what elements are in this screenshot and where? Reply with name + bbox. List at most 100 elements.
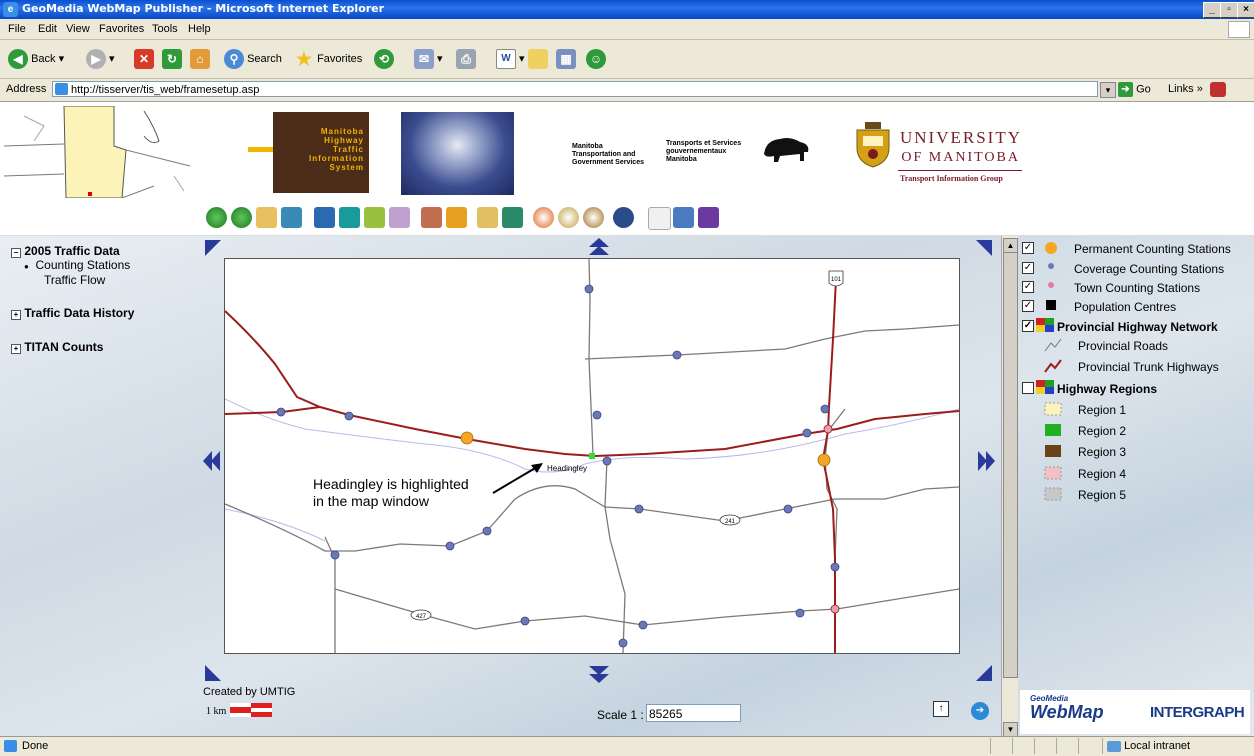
tree-item-counting-stations[interactable]: ● Counting Stations (24, 258, 130, 272)
legend-item-region-2[interactable]: Region 2 (1017, 422, 1254, 442)
menu-favorites[interactable]: Favorites (99, 23, 144, 35)
expand-icon[interactable]: + (11, 344, 21, 354)
collapse-icon[interactable]: − (11, 248, 21, 258)
coverage-station[interactable] (618, 638, 628, 648)
pan-north-icon[interactable] (589, 238, 609, 256)
coverage-station[interactable] (592, 410, 602, 420)
scroll-up-button[interactable]: ▲ (1003, 238, 1018, 253)
help-map-icon[interactable] (698, 207, 719, 228)
legend-item-region-4[interactable]: Region 4 (1017, 465, 1254, 485)
home-button[interactable]: ⌂ (190, 48, 210, 70)
upload-icon[interactable]: ↑ (933, 701, 949, 717)
legend-item-provincial-roads[interactable]: Provincial Roads (1017, 337, 1254, 357)
legend-item-town[interactable]: ✓ Town Counting Stations (1017, 279, 1254, 299)
menu-view[interactable]: View (66, 23, 90, 35)
coverage-station[interactable] (802, 428, 812, 438)
links-button[interactable]: Links » (1168, 83, 1203, 95)
coverage-station[interactable] (482, 526, 492, 536)
legend-item-region-5[interactable]: Region 5 (1017, 486, 1254, 506)
pan-west-icon[interactable] (203, 451, 221, 471)
legend-scrollbar[interactable]: ▲ ▼ (1001, 236, 1018, 737)
messenger-button[interactable]: ☺ (586, 48, 606, 70)
coverage-station[interactable] (276, 407, 286, 417)
buffer-icon[interactable] (533, 207, 554, 228)
print-button[interactable]: ⎙ (456, 48, 476, 70)
menu-help[interactable]: Help (188, 23, 211, 35)
coverage-station[interactable] (634, 504, 644, 514)
map-window[interactable]: 101 241 427 Headingley Headingley is hig… (224, 258, 960, 654)
label-icon[interactable] (648, 207, 671, 230)
go-map-icon[interactable]: ➔ (971, 702, 989, 720)
maximize-button[interactable]: ▫ (1220, 2, 1238, 18)
tree-item-traffic-flow[interactable]: Traffic Flow (44, 273, 105, 287)
legend-item-region-1[interactable]: Region 1 (1017, 401, 1254, 421)
pan-south-icon[interactable] (589, 666, 609, 684)
scale-input[interactable]: 85265 (646, 704, 741, 722)
legend-item-permanent[interactable]: ✓ Permanent Counting Stations (1017, 240, 1254, 260)
pan-northeast-icon[interactable] (976, 240, 992, 256)
minimize-button[interactable]: _ (1203, 2, 1221, 18)
legend-group-highway-regions[interactable]: Highway Regions (1017, 380, 1254, 400)
town-station[interactable] (830, 604, 840, 614)
zoom-out-icon[interactable] (231, 207, 252, 228)
analysis-icon[interactable] (558, 207, 579, 228)
menu-edit[interactable]: Edit (38, 23, 57, 35)
scroll-down-button[interactable]: ▼ (1003, 722, 1018, 737)
folder-button[interactable] (528, 48, 548, 70)
coverage-station[interactable] (584, 284, 594, 294)
properties-icon[interactable] (502, 207, 523, 228)
coverage-station[interactable] (520, 616, 530, 626)
legend-checkbox[interactable]: ✓ (1022, 281, 1034, 293)
fit-all-icon[interactable] (314, 207, 335, 228)
coverage-station[interactable] (783, 504, 793, 514)
refresh-button[interactable]: ↻ (162, 48, 182, 70)
go-button[interactable]: ➔ Go (1118, 82, 1151, 97)
mail-button[interactable]: ✉ ▾ (414, 48, 443, 70)
tree-node-traffic-data-history[interactable]: + Traffic Data History (11, 306, 134, 320)
address-input[interactable]: http://tisserver/tis_web/framesetup.asp (52, 81, 1098, 97)
legend-item-trunk-highways[interactable]: Provincial Trunk Highways (1017, 358, 1254, 378)
legend-checkbox[interactable] (1022, 382, 1034, 394)
stop-button[interactable]: ✕ (134, 48, 154, 70)
pan-southwest-icon[interactable] (205, 665, 221, 681)
menu-file[interactable]: File (8, 23, 26, 35)
legend-checkbox[interactable]: ✓ (1022, 320, 1034, 332)
refresh-map-icon[interactable] (446, 207, 467, 228)
forward-button[interactable]: ▶ ▾ (86, 48, 115, 70)
pan-southeast-icon[interactable] (976, 665, 992, 681)
map-canvas[interactable]: 101 241 427 Headingley Headingley is hig… (224, 258, 960, 654)
tree-node-titan-counts[interactable]: + TITAN Counts (11, 340, 103, 354)
coverage-station[interactable] (820, 404, 830, 414)
permanent-station[interactable] (460, 431, 474, 445)
overview-icon[interactable] (613, 207, 634, 228)
coverage-station[interactable] (344, 411, 354, 421)
address-dropdown-button[interactable]: ▾ (1100, 82, 1116, 98)
legend-item-region-3[interactable]: Region 3 (1017, 443, 1254, 463)
pan-east-icon[interactable] (977, 451, 995, 471)
coverage-station[interactable] (672, 350, 682, 360)
favorites-button[interactable]: ★ Favorites (294, 48, 362, 70)
legend-item-coverage[interactable]: ✓ Coverage Counting Stations (1017, 260, 1254, 280)
legend-group-highway-network[interactable]: ✓ Provincial Highway Network (1017, 318, 1254, 338)
select-icon[interactable] (421, 207, 442, 228)
scroll-thumb[interactable] (1003, 252, 1018, 678)
permanent-station[interactable] (817, 453, 831, 467)
pan-northwest-icon[interactable] (205, 240, 221, 256)
overlay-icon[interactable] (583, 207, 604, 228)
legend-checkbox[interactable]: ✓ (1022, 300, 1034, 312)
headingley-highlight[interactable] (589, 453, 595, 459)
legend-checkbox[interactable]: ✓ (1022, 262, 1034, 274)
measure-icon[interactable] (364, 207, 385, 228)
back-button[interactable]: ◀ Back ▾ (8, 48, 64, 70)
coverage-station[interactable] (795, 608, 805, 618)
research-button[interactable]: ▦ (556, 48, 576, 70)
close-button[interactable]: × (1237, 2, 1254, 18)
toolbar-extension-icon[interactable] (1210, 82, 1226, 97)
previous-view-icon[interactable] (281, 207, 302, 228)
coverage-station[interactable] (602, 456, 612, 466)
identify-icon[interactable] (477, 207, 498, 228)
zoom-window-icon[interactable] (256, 207, 277, 228)
pan-hand-icon[interactable] (389, 207, 410, 228)
coverage-station[interactable] (638, 620, 648, 630)
coverage-station[interactable] (445, 541, 455, 551)
